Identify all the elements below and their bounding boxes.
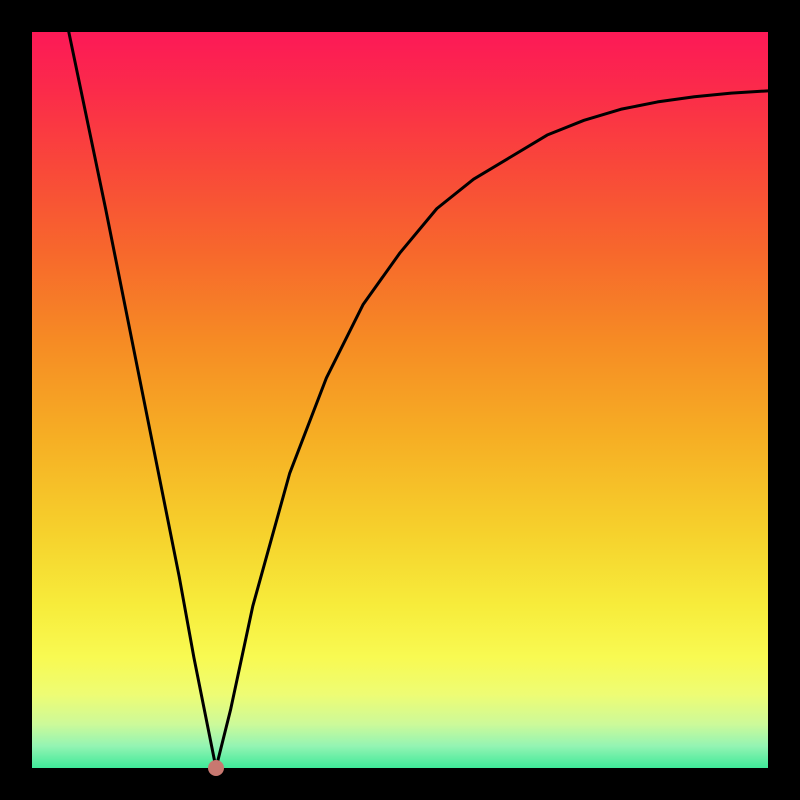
chart-svg xyxy=(0,0,800,800)
marker-dot xyxy=(208,760,224,776)
chart-stage: TheBottleneck.com xyxy=(0,0,800,800)
